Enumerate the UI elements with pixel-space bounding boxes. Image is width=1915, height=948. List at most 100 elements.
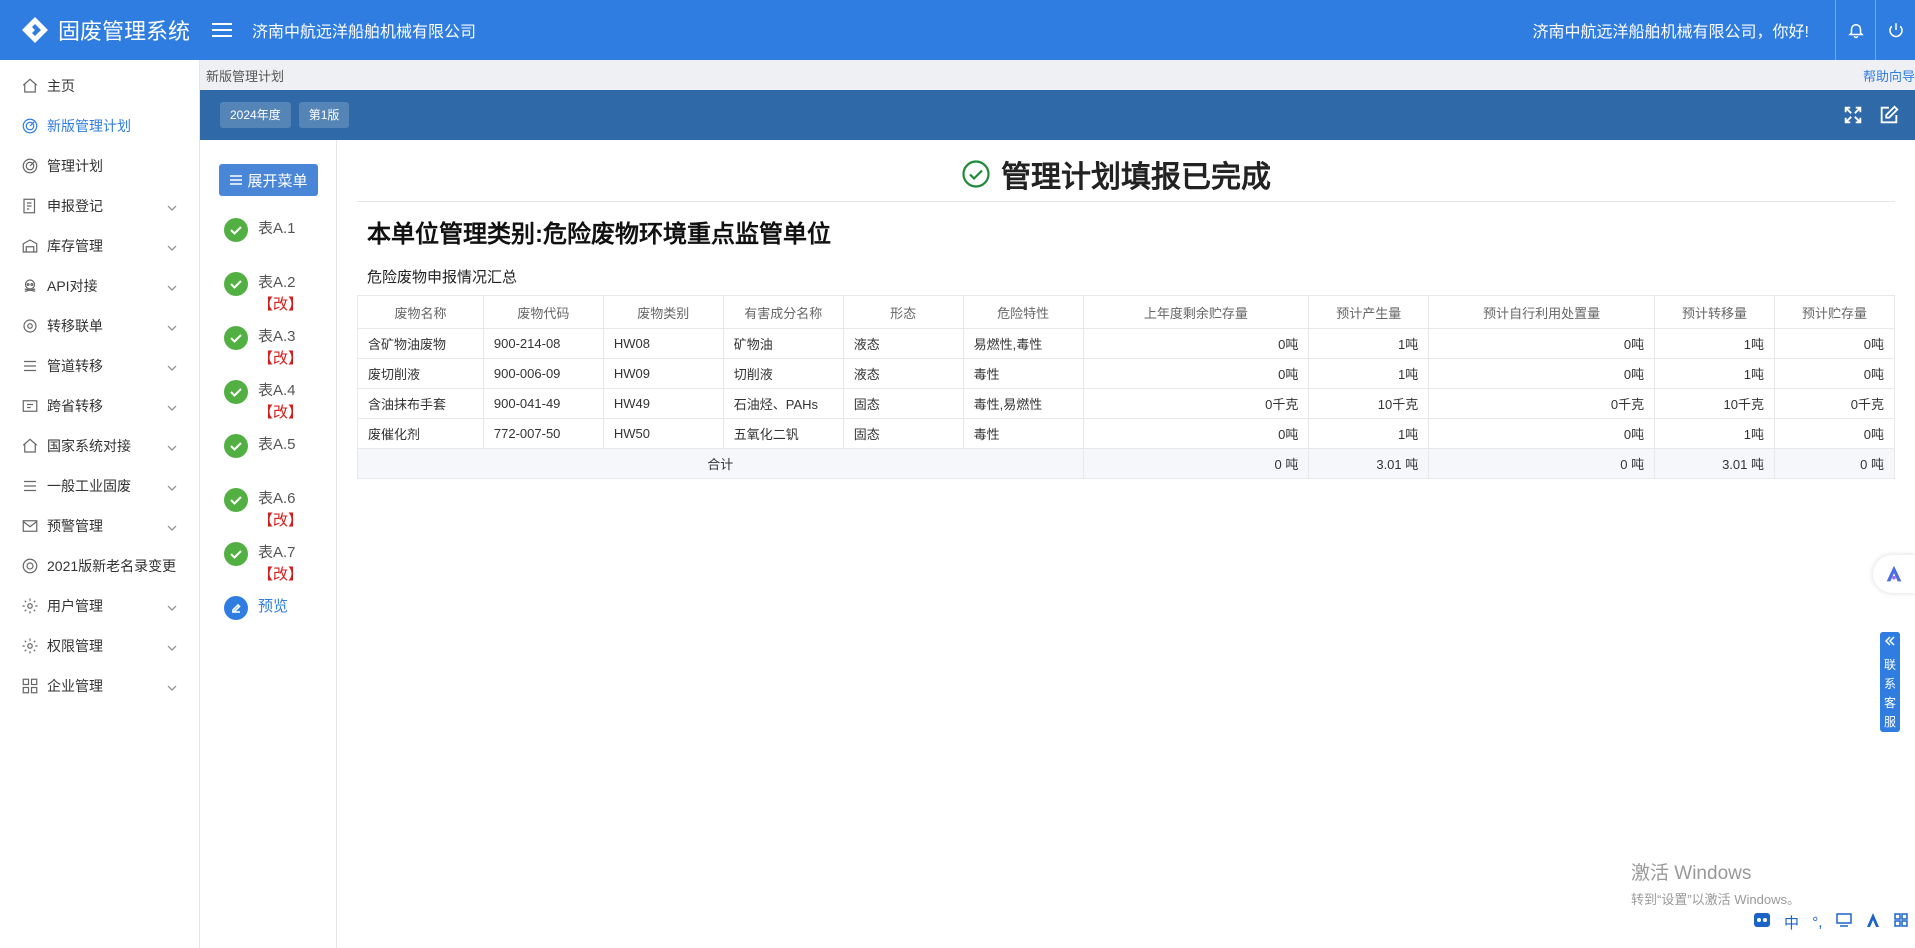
app-logo[interactable]: 固废管理系统 [0,14,200,46]
expand-menu-label: 展开菜单 [247,172,308,190]
punctuation-icon[interactable]: °, [1812,914,1822,931]
sidebar-item-api[interactable]: API对接 [0,266,199,306]
notification-bell-icon[interactable] [1835,0,1875,60]
sidebar-item-permissions[interactable]: 权限管理 [0,626,199,666]
gear-icon [20,636,40,656]
person-icon[interactable] [1865,912,1881,932]
seal-icon [20,556,40,576]
step-a5[interactable]: 表A.5 [224,434,296,458]
year-tag[interactable]: 2024年度 [220,102,291,128]
chevron-down-icon [167,440,177,451]
version-tag[interactable]: 第1版 [298,102,350,128]
sidebar-item-home[interactable]: 主页 [0,66,199,106]
sidebar-item-cross-province[interactable]: 跨省转移 [0,386,199,426]
grid-icon[interactable] [1894,913,1909,931]
main-content: 管理计划填报已完成 本单位管理类别:危险废物环境重点监管单位 危险废物申报情况汇… [337,140,1915,948]
step-preview[interactable]: 预览 [224,596,288,620]
cell: 废催化剂 [357,418,484,449]
cell: HW49 [602,388,724,419]
cell: 0千克 [1428,388,1656,419]
cell: 1吨 [1654,358,1775,389]
table-row: 废催化剂 772-007-50 HW50 五氧化二钒 固态 毒性 0吨 1吨 0… [357,418,1895,449]
sidebar-item-catalog-change[interactable]: 2021版新老名录变更 [0,546,199,586]
breadcrumb-current: 新版管理计划 [206,68,285,84]
edit-doc-icon [20,196,40,216]
windows-activation-watermark: 激活 Windows 转到“设置”以激活 Windows。 [1631,858,1800,908]
step-a6[interactable]: 表A.6 【改】 [224,488,303,532]
sidebar-item-inventory[interactable]: 库存管理 [0,226,199,266]
cell: 石油烃、PAHs [722,388,844,419]
divider [357,201,1895,202]
sidebar-item-label: API对接 [47,278,98,294]
service-char: 客 [1883,696,1896,710]
check-circle-icon [224,218,248,242]
cell: 固态 [842,388,964,419]
sidebar-item-declaration[interactable]: 申报登记 [0,186,199,226]
sidebar-item-national-system[interactable]: 国家系统对接 [0,426,199,466]
step-label: 表A.3 [258,328,296,345]
step-a1[interactable]: 表A.1 [224,218,296,242]
sidebar-item-label: 用户管理 [47,598,103,614]
modified-badge: 【改】 [258,350,304,367]
status-title: 管理计划填报已完成 [337,152,1895,196]
sidebar-item-enterprise[interactable]: 企业管理 [0,666,199,706]
chevron-down-icon [167,600,177,611]
sidebar-item-label: 2021版新老名录变更 [47,558,177,574]
step-a7[interactable]: 表A.7 【改】 [224,542,303,586]
service-char: 联 [1883,658,1896,672]
help-guide-link[interactable]: 帮助向导 [1863,66,1915,85]
keyboard-icon[interactable] [1835,913,1852,931]
sidebar-item-plan[interactable]: 管理计划 [0,146,199,186]
fullscreen-icon[interactable] [1835,90,1871,140]
sidebar-item-users[interactable]: 用户管理 [0,586,199,626]
mail-icon [20,516,40,536]
cell: 含矿物油废物 [357,328,484,359]
sidebar-item-label: 权限管理 [47,638,103,654]
chevron-down-icon [167,360,177,371]
summary-title: 危险废物申报情况汇总 [367,269,518,286]
baidu-ime-icon[interactable] [1753,911,1771,933]
total-label: 合计 [357,448,1084,479]
cell: 900-214-08 [482,328,604,359]
cell: 0吨 [1082,328,1310,359]
ai-assistant-icon[interactable] [1873,555,1915,593]
check-circle-icon [224,488,248,512]
step-label: 表A.4 [258,382,296,399]
cell: 1吨 [1654,328,1775,359]
sidebar-item-general-waste[interactable]: 一般工业固废 [0,466,199,506]
sidebar-item-label: 库存管理 [47,238,103,254]
col-header: 预计产生量 [1308,295,1430,329]
cell: 1吨 [1308,358,1430,389]
sidebar-item-transfer-form[interactable]: 转移联单 [0,306,199,346]
service-char: 系 [1883,677,1896,691]
table-total-row: 合计 0 吨 3.01 吨 0 吨 3.01 吨 0 吨 [357,448,1895,479]
cell: 液态 [842,328,964,359]
sidebar-item-pipeline[interactable]: 管道转移 [0,346,199,386]
user-greeting: 济南中航远洋船舶机械有限公司，你好! [1532,24,1809,41]
edit-icon[interactable] [1871,90,1907,140]
system-tray: 中 °, [1746,909,1915,935]
step-a2[interactable]: 表A.2 【改】 [224,272,303,316]
chevron-down-icon [167,480,177,491]
expand-menu-button[interactable]: 展开菜单 [219,164,318,196]
step-label: 表A.5 [258,436,296,453]
step-label: 表A.1 [258,220,296,237]
step-a4[interactable]: 表A.4 【改】 [224,380,303,424]
cell: 3.01 吨 [1654,448,1775,479]
chevron-down-icon [167,320,177,331]
sidebar-item-warning[interactable]: 预警管理 [0,506,199,546]
ime-mode[interactable]: 中 [1784,912,1799,933]
double-chevron-left-icon[interactable] [1880,632,1900,650]
step-a3[interactable]: 表A.3 【改】 [224,326,303,370]
step-label: 表A.2 [258,274,296,291]
table-row: 废切削液 900-006-09 HW09 切削液 液态 毒性 0吨 1吨 0吨 … [357,358,1895,389]
warehouse-icon [20,236,40,256]
sidebar-item-new-plan[interactable]: 新版管理计划 [0,106,199,146]
cell: 0千克 [1082,388,1310,419]
gear-icon [20,596,40,616]
menu-toggle-icon[interactable] [212,19,232,41]
cell: 0吨 [1082,358,1310,389]
sidebar-item-label: 管道转移 [47,358,103,374]
power-icon[interactable] [1875,0,1915,60]
cell: 0千克 [1774,388,1895,419]
